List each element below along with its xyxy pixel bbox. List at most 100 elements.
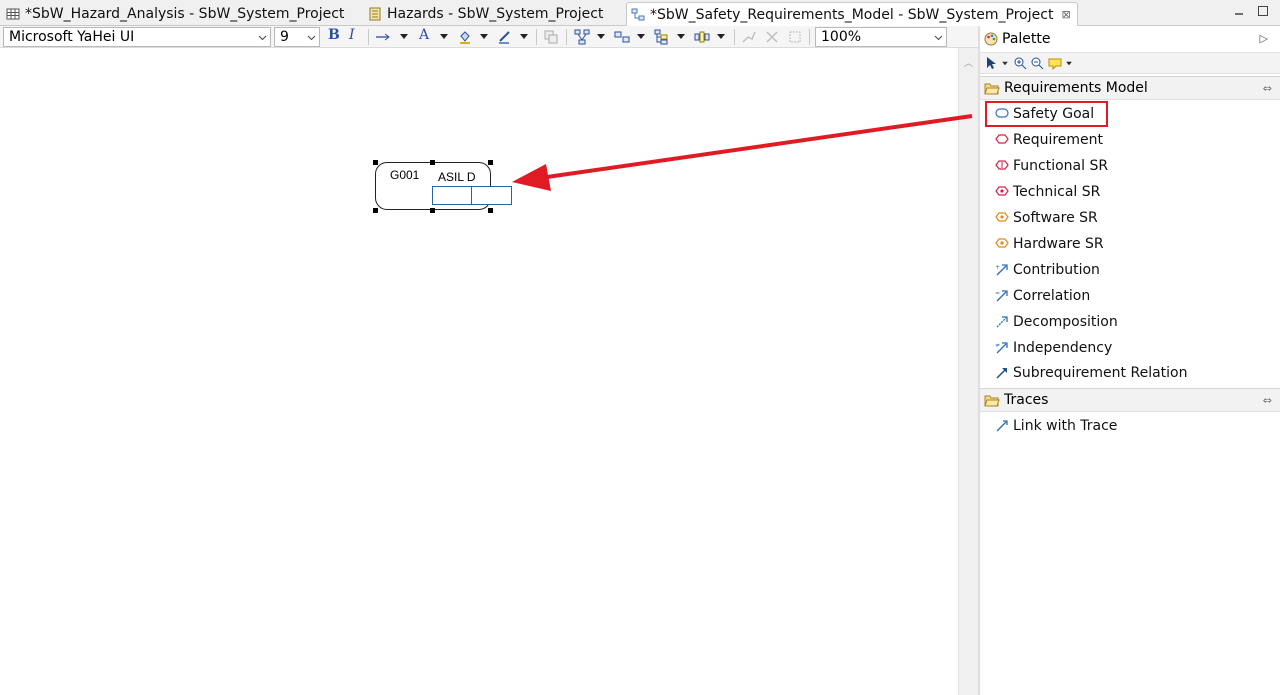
folder-open-icon	[984, 395, 1000, 406]
dropdown-arrow-icon[interactable]	[677, 34, 685, 39]
dropdown-arrow-icon[interactable]	[1002, 61, 1008, 66]
select-all-icon[interactable]	[614, 29, 630, 45]
dropdown-arrow-icon[interactable]	[717, 34, 725, 39]
tool-contribution[interactable]: + Contribution	[994, 259, 1100, 281]
dropdown-arrow-icon[interactable]	[1066, 61, 1072, 66]
palette-icon	[984, 32, 998, 46]
drawer-requirements-model[interactable]: Requirements Model ⇔	[980, 76, 1280, 100]
tool-label: Technical SR	[1013, 184, 1101, 200]
tab-hazards[interactable]: Hazards - SbW_System_Project	[364, 2, 622, 26]
decomposition-icon	[996, 316, 1008, 328]
table-icon	[6, 8, 20, 20]
tab-label: *SbW_Hazard_Analysis - SbW_System_Projec…	[25, 6, 345, 22]
route-line-icon[interactable]	[741, 29, 757, 45]
auto-size-icon[interactable]	[787, 29, 803, 45]
dropdown-arrow-icon[interactable]	[480, 34, 488, 39]
minimize-icon[interactable]	[1232, 4, 1246, 18]
requirement-icon	[995, 134, 1009, 144]
selection-handle[interactable]	[373, 160, 378, 165]
tool-subrequirement-relation[interactable]: Subrequirement Relation	[994, 362, 1187, 384]
dropdown-arrow-icon[interactable]	[400, 34, 408, 39]
selection-handle[interactable]	[430, 160, 435, 165]
tool-independency[interactable]: ≠ Independency	[994, 337, 1112, 359]
bold-button[interactable]: B	[328, 27, 340, 43]
dropdown-arrow-icon[interactable]	[597, 34, 605, 39]
inline-edit-cell[interactable]	[432, 186, 472, 205]
chevron-down-icon	[258, 35, 267, 41]
copy-appearance-icon[interactable]	[543, 29, 559, 45]
selection-handle[interactable]	[373, 208, 378, 213]
tool-label: Correlation	[1013, 288, 1091, 304]
diagram-icon	[631, 8, 645, 20]
tool-correlation[interactable]: ≈ Correlation	[994, 285, 1090, 307]
tool-technical-sr[interactable]: Technical SR	[994, 181, 1100, 203]
node-id-label: G001	[390, 168, 420, 182]
selection-handle[interactable]	[488, 208, 493, 213]
folder-open-icon	[984, 83, 1000, 94]
arrange-all-icon[interactable]	[574, 29, 590, 45]
tool-label: Decomposition	[1013, 314, 1118, 330]
toolbar-separator	[734, 29, 735, 45]
zoom-combo[interactable]: 100%	[815, 27, 947, 47]
tool-label: Software SR	[1013, 210, 1098, 226]
scroll-up-icon[interactable]: ︿	[964, 56, 973, 69]
chevron-down-icon	[934, 35, 943, 41]
font-color-button[interactable]: A	[419, 27, 429, 43]
toolbar-separator	[809, 29, 810, 45]
inline-edit-cell[interactable]	[471, 186, 512, 205]
dropdown-arrow-icon[interactable]	[637, 34, 645, 39]
tool-label: Contribution	[1013, 262, 1100, 278]
palette-toolbar	[980, 52, 1280, 74]
tool-link-with-trace[interactable]: Link with Trace	[994, 415, 1117, 437]
zoom-out-icon[interactable]	[1030, 56, 1044, 70]
node-asil-label: ASIL D	[438, 170, 476, 184]
dropdown-arrow-icon[interactable]	[520, 34, 528, 39]
align-icon[interactable]	[654, 29, 670, 45]
independency-icon: ≠	[995, 342, 1008, 354]
svg-text:+: +	[995, 264, 1000, 271]
remove-bendpoints-icon[interactable]	[764, 29, 780, 45]
pin-drawer-icon[interactable]: ⇔	[1263, 394, 1272, 407]
drawer-label: Requirements Model	[1004, 80, 1148, 96]
tool-functional-sr[interactable]: Functional SR	[994, 155, 1108, 177]
maximize-icon[interactable]	[1256, 4, 1270, 18]
tool-decomposition[interactable]: Decomposition	[994, 311, 1118, 333]
font-size-combo[interactable]: 9	[274, 27, 320, 47]
toolbar-separator	[566, 29, 567, 45]
toolbar-separator	[536, 29, 537, 45]
italic-button[interactable]: I	[349, 27, 355, 43]
pin-drawer-icon[interactable]: ⇔	[1263, 82, 1272, 95]
vertical-scrollbar[interactable]: ︿	[958, 48, 978, 695]
line-color-icon[interactable]	[497, 29, 513, 45]
subrequirement-icon	[996, 368, 1007, 379]
chevron-down-icon	[307, 35, 316, 41]
diagram-canvas[interactable]	[0, 48, 958, 695]
trace-link-icon	[996, 420, 1008, 432]
selection-handle[interactable]	[430, 208, 435, 213]
dropdown-arrow-icon[interactable]	[440, 34, 448, 39]
tab-label: Hazards - SbW_System_Project	[387, 6, 604, 22]
palette-header: Palette ▷	[980, 26, 1280, 52]
tool-label: Functional SR	[1013, 158, 1109, 174]
tool-software-sr[interactable]: Software SR	[994, 207, 1098, 229]
contribution-icon: +	[995, 264, 1008, 276]
select-arrow-icon[interactable]	[984, 56, 998, 70]
tab-hazard-analysis[interactable]: *SbW_Hazard_Analysis - SbW_System_Projec…	[2, 2, 360, 26]
line-style-icon[interactable]	[375, 29, 391, 45]
zoom-in-icon[interactable]	[1013, 56, 1027, 70]
close-tab-icon[interactable]: ⊠	[1061, 8, 1070, 21]
distribute-icon[interactable]	[694, 29, 710, 45]
tool-hardware-sr[interactable]: Hardware SR	[994, 233, 1104, 255]
palette-collapse-icon[interactable]: ▷	[1260, 32, 1268, 45]
note-icon[interactable]	[1048, 56, 1062, 70]
format-toolbar: Microsoft YaHei UI 9 B I A 100%	[0, 26, 978, 48]
tool-requirement[interactable]: Requirement	[994, 129, 1103, 151]
toolbar-separator	[368, 29, 369, 45]
tab-safety-requirements-model[interactable]: *SbW_Safety_Requirements_Model - SbW_Sys…	[626, 2, 1078, 26]
editor-tab-bar: *SbW_Hazard_Analysis - SbW_System_Projec…	[0, 0, 1280, 26]
selection-handle[interactable]	[488, 160, 493, 165]
tool-label: Subrequirement Relation	[1013, 365, 1188, 381]
font-name-combo[interactable]: Microsoft YaHei UI	[3, 27, 271, 47]
fill-color-icon[interactable]	[457, 29, 473, 45]
drawer-traces[interactable]: Traces ⇔	[980, 388, 1280, 412]
